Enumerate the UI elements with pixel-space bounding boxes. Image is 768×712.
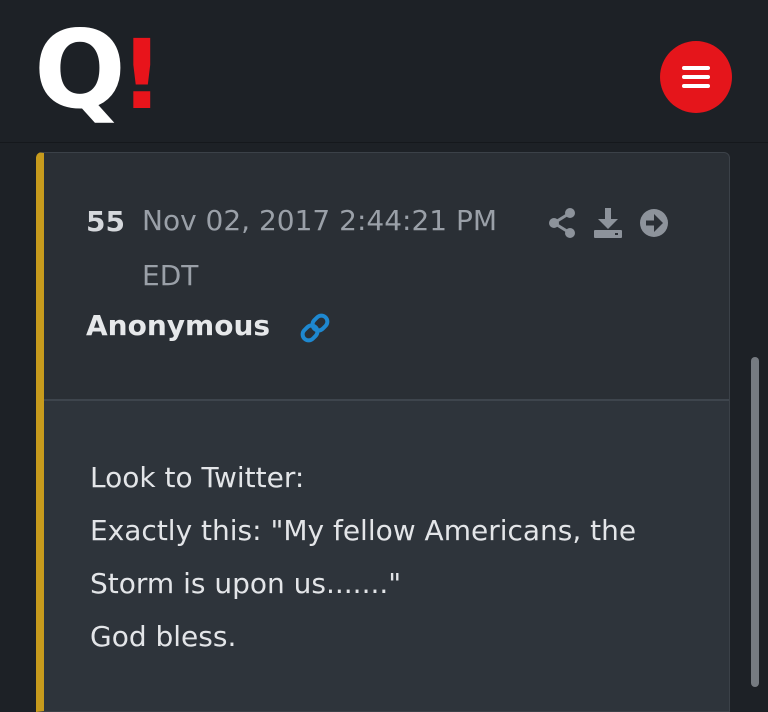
app-header: Q! — [0, 0, 768, 143]
post-message: Look to Twitter: Exactly this: "My fello… — [90, 451, 690, 663]
post-header: 55 Nov 02, 2017 2:44:21 PM EDT Anonymous — [44, 153, 729, 401]
arrow-right-icon — [640, 209, 668, 237]
page-content: 55 Nov 02, 2017 2:44:21 PM EDT Anonymous… — [0, 143, 768, 712]
share-button[interactable] — [546, 207, 578, 239]
q-logo[interactable]: Q! — [34, 17, 164, 125]
post-body: Look to Twitter: Exactly this: "My fello… — [44, 401, 729, 711]
logo-letter: Q — [34, 8, 126, 133]
post-actions — [546, 207, 670, 239]
share-icon — [549, 208, 575, 238]
download-icon — [594, 208, 622, 238]
author-link-button[interactable] — [298, 311, 332, 345]
post-card: 55 Nov 02, 2017 2:44:21 PM EDT Anonymous… — [36, 152, 730, 712]
next-button[interactable] — [638, 207, 670, 239]
post-line: Storm is upon us......." — [90, 567, 402, 600]
scrollbar-thumb[interactable] — [751, 357, 759, 687]
download-button[interactable] — [592, 207, 624, 239]
post-line: God bless. — [90, 620, 237, 653]
post-line: Look to Twitter: — [90, 461, 305, 494]
post-author: Anonymous — [86, 309, 271, 342]
menu-button[interactable] — [660, 41, 732, 113]
logo-exclamation: ! — [119, 19, 164, 131]
post-number: 55 — [86, 205, 125, 238]
link-icon — [300, 313, 330, 343]
post-line: Exactly this: "My fellow Americans, the — [90, 514, 637, 547]
post-date: Nov 02, 2017 2:44:21 PM EDT — [142, 204, 498, 292]
hamburger-icon — [682, 66, 710, 88]
